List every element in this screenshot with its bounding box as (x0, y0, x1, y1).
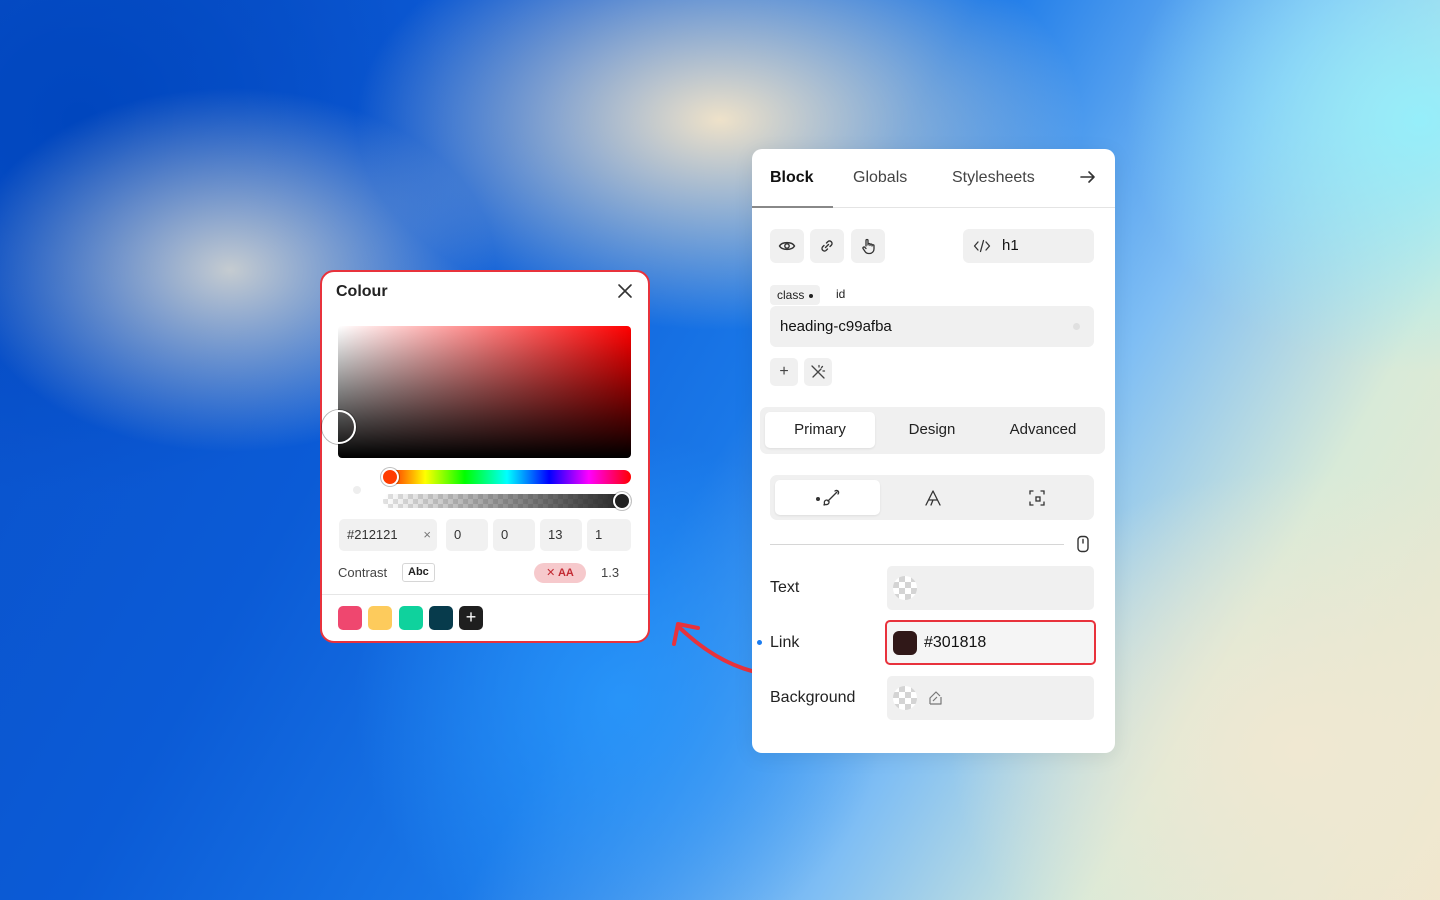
tab-design[interactable]: Design (877, 412, 987, 448)
hex-input[interactable]: #212121 × (339, 519, 437, 551)
html-tag-select[interactable]: h1 (963, 229, 1094, 263)
class-name-value: heading-c99afba (780, 318, 892, 335)
swatch-pink[interactable] (338, 606, 362, 630)
inspector-panel: Block Globals Stylesheets h1 class id he… (752, 149, 1115, 753)
alpha-slider[interactable] (383, 492, 631, 510)
aa-fail-badge: ✕ AA (534, 563, 586, 583)
contrast-ratio: 1.3 (601, 565, 620, 580)
close-icon[interactable] (615, 281, 635, 301)
tab-globals[interactable]: Globals (853, 169, 907, 187)
colour-preview-dot (353, 486, 361, 494)
empty-color-swatch (893, 576, 917, 600)
selector-chip-id[interactable]: id (836, 287, 845, 301)
state-divider (770, 544, 1064, 545)
eye-icon (778, 241, 796, 251)
tab-typography[interactable] (880, 480, 985, 515)
colour-picker-popover: Colour #212121 × 0 0 13 1 Contrast Abc ✕… (320, 270, 650, 643)
style-category-switcher (770, 475, 1094, 520)
brush-icon (815, 489, 839, 506)
saturation-area[interactable] (322, 326, 631, 458)
tab-colors[interactable] (775, 480, 880, 515)
divider (322, 594, 648, 595)
class-name-input[interactable]: heading-c99afba (770, 306, 1094, 347)
link-color-label: Link (770, 634, 800, 651)
background-color-field[interactable] (887, 676, 1094, 720)
hue-handle[interactable] (381, 468, 399, 486)
alpha-handle[interactable] (613, 492, 631, 510)
section-switcher: Primary Design Advanced (760, 407, 1105, 454)
clear-hex-icon[interactable]: × (423, 519, 431, 551)
magic-wand-icon (811, 364, 826, 379)
alpha-input[interactable]: 1 (587, 519, 631, 551)
red-input[interactable]: 0 (446, 519, 488, 551)
hand-pointer-icon (862, 238, 875, 255)
chip-active-dot (809, 293, 814, 298)
blue-input[interactable]: 13 (540, 519, 582, 551)
typography-icon (924, 489, 941, 506)
tab-spacing[interactable] (984, 480, 1089, 515)
swatch-dark-teal[interactable] (429, 606, 453, 630)
code-icon (973, 239, 991, 253)
interaction-button[interactable] (851, 229, 885, 263)
contrast-sample: Abc (402, 563, 435, 582)
saturation-handle[interactable] (322, 410, 356, 444)
swatch-yellow[interactable] (368, 606, 392, 630)
swatch-green[interactable] (399, 606, 423, 630)
hue-slider[interactable] (381, 468, 631, 486)
background-color-label: Background (770, 689, 856, 706)
text-color-field[interactable] (887, 566, 1094, 610)
spacing-icon (1028, 489, 1045, 506)
green-input[interactable]: 0 (493, 519, 535, 551)
active-tab-indicator (752, 206, 833, 208)
link-color-value: #301818 (924, 634, 987, 651)
tab-advanced[interactable]: Advanced (988, 412, 1098, 448)
hex-value: #212121 (347, 527, 398, 542)
colour-picker-title: Colour (336, 283, 388, 300)
contrast-label: Contrast (338, 565, 388, 580)
empty-color-swatch (893, 686, 917, 710)
text-color-label: Text (770, 579, 800, 596)
magic-class-button[interactable] (804, 358, 832, 386)
arrow-right-icon[interactable] (1078, 167, 1098, 187)
chip-class-label: class (777, 288, 805, 302)
tab-block[interactable]: Block (770, 169, 814, 187)
link-icon (821, 240, 833, 252)
link-color-field[interactable]: #301818 (885, 620, 1096, 665)
mouse-icon[interactable] (1075, 535, 1091, 553)
selector-chip-class[interactable]: class (770, 285, 821, 305)
link-button[interactable] (810, 229, 844, 263)
tab-stylesheets[interactable]: Stylesheets (952, 169, 1035, 187)
tab-primary[interactable]: Primary (765, 412, 875, 448)
link-color-swatch (893, 631, 917, 655)
modified-indicator (757, 640, 762, 645)
add-class-button[interactable]: + (770, 358, 798, 386)
html-tag-value: h1 (1002, 237, 1019, 254)
add-swatch-button[interactable]: + (459, 606, 483, 630)
class-status-dot (1073, 323, 1080, 330)
image-icon[interactable] (927, 689, 945, 707)
visibility-button[interactable] (770, 229, 804, 263)
